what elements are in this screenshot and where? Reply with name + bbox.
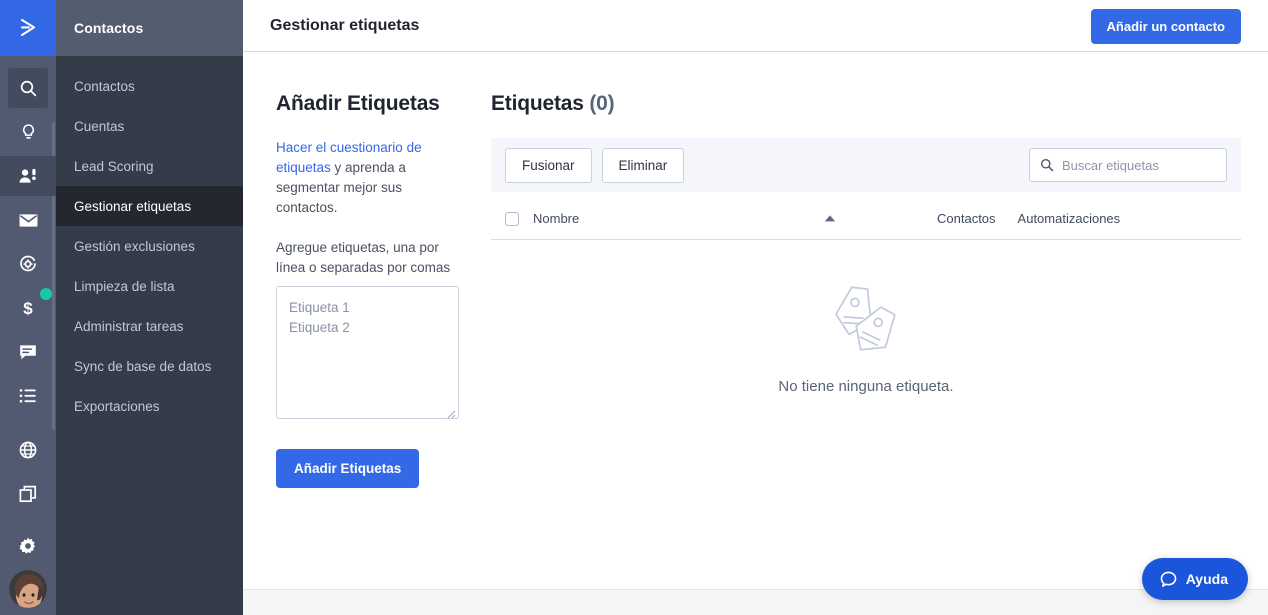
search-tags-input[interactable]: [1062, 157, 1246, 173]
add-tags-panel: Añadir Etiquetas Hacer el cuestionario d…: [276, 92, 491, 615]
rail-item-conversations[interactable]: [8, 332, 48, 372]
sidebar-nav: Contactos Contactos Cuentas Lead Scoring…: [56, 0, 243, 615]
select-all-checkbox[interactable]: [505, 211, 519, 226]
add-tags-intro: Hacer el cuestionario de etiquetas y apr…: [276, 138, 461, 218]
sidebar-header-title: Contactos: [74, 20, 144, 36]
tags-empty-message: No tiene ninguna etiqueta.: [778, 378, 954, 395]
sort-ascending-icon[interactable]: [823, 214, 837, 223]
app-logo[interactable]: [0, 0, 56, 56]
sidebar-item-exportaciones[interactable]: Exportaciones: [56, 386, 243, 426]
automation-icon: [20, 255, 36, 272]
page-header: Gestionar etiquetas Añadir un contacto: [243, 0, 1268, 52]
tags-heading-label: Etiquetas: [491, 92, 584, 115]
chat-bubble-icon: [1160, 571, 1177, 587]
delete-button[interactable]: Eliminar: [601, 147, 685, 183]
rail-item-deals[interactable]: $: [8, 288, 48, 328]
rail-item-pages[interactable]: [8, 474, 48, 514]
tags-textarea-label: Agregue etiquetas, una por línea o separ…: [276, 240, 451, 275]
rail-item-ideas[interactable]: [8, 112, 48, 152]
tags-heading: Etiquetas (0): [491, 92, 1241, 116]
footer-strip: [243, 589, 1268, 615]
help-widget-button[interactable]: Ayuda: [1141, 558, 1248, 600]
rail-item-contacts[interactable]: [0, 156, 56, 196]
rail-icon-list: $: [0, 56, 56, 570]
rail-item-search[interactable]: [8, 68, 48, 108]
tags-textarea-wrapper: [276, 286, 459, 424]
user-avatar[interactable]: [9, 570, 47, 608]
envelope-icon: [19, 213, 37, 227]
main-area: Gestionar etiquetas Añadir un contacto A…: [243, 0, 1268, 615]
lightbulb-icon: [22, 123, 34, 139]
add-contact-button[interactable]: Añadir un contacto: [1090, 9, 1241, 44]
help-widget-label: Ayuda: [1185, 571, 1228, 587]
search-icon: [20, 80, 36, 96]
merge-button[interactable]: Fusionar: [505, 147, 592, 183]
sidebar-item-lead-scoring[interactable]: Lead Scoring: [56, 146, 243, 186]
column-header-nombre[interactable]: Nombre: [533, 211, 823, 226]
avatar-image: [9, 570, 47, 608]
list-icon: [19, 389, 36, 403]
sidebar-item-limpieza-de-lista[interactable]: Limpieza de lista: [56, 266, 243, 306]
rail-item-lists[interactable]: [8, 376, 48, 416]
search-tags-field[interactable]: [1029, 148, 1246, 182]
sidebar-item-list: Contactos Cuentas Lead Scoring Gestionar…: [56, 56, 243, 426]
tags-empty-state: No tiene ninguna etiqueta.: [491, 240, 1241, 395]
pages-icon: [19, 485, 37, 503]
rail-item-campaigns[interactable]: [8, 200, 48, 240]
tags-illustration-icon: [835, 286, 896, 351]
page-content: Añadir Etiquetas Hacer el cuestionario d…: [243, 52, 1268, 615]
search-icon: [1040, 158, 1054, 172]
page-title: Gestionar etiquetas: [270, 16, 420, 34]
rail-item-automations[interactable]: [8, 244, 48, 284]
column-header-automatizaciones[interactable]: Automatizaciones: [1018, 211, 1121, 226]
tags-textarea[interactable]: [276, 286, 459, 419]
sidebar-item-administrar-tareas[interactable]: Administrar tareas: [56, 306, 243, 346]
contacts-icon: [19, 168, 36, 183]
sidebar-item-cuentas[interactable]: Cuentas: [56, 106, 243, 146]
tags-table-header: Nombre Contactos Automatizaciones: [491, 198, 1241, 240]
globe-icon: [19, 441, 37, 459]
sidebar-item-sync-base-datos[interactable]: Sync de base de datos: [56, 346, 243, 386]
column-header-contactos[interactable]: Contactos: [937, 211, 996, 226]
chevron-right-logo-icon: [20, 18, 36, 37]
tags-toolbar: Fusionar Eliminar: [491, 138, 1246, 192]
dollar-icon: $: [23, 299, 33, 318]
sidebar-header: Contactos: [56, 0, 243, 56]
sidebar-item-contactos[interactable]: Contactos: [56, 66, 243, 106]
chat-icon: [20, 344, 36, 359]
add-tags-heading: Añadir Etiquetas: [276, 92, 440, 115]
add-tags-button[interactable]: Añadir Etiquetas: [276, 449, 420, 488]
app-root: $ Contactos Contactos Cuentas Lead Scori…: [0, 0, 1268, 615]
tags-list-panel: Etiquetas (0) Fusionar Eliminar Buscar e…: [491, 92, 1246, 615]
svg-text:$: $: [23, 299, 33, 318]
icon-rail: $: [0, 0, 56, 615]
sidebar-item-gestion-exclusiones[interactable]: Gestión exclusiones: [56, 226, 243, 266]
gear-icon: [19, 537, 36, 554]
rail-item-website[interactable]: [8, 430, 48, 470]
rail-item-settings[interactable]: [8, 526, 48, 566]
tags-count: (0): [589, 92, 615, 115]
sidebar-item-gestionar-etiquetas[interactable]: Gestionar etiquetas: [56, 186, 243, 226]
